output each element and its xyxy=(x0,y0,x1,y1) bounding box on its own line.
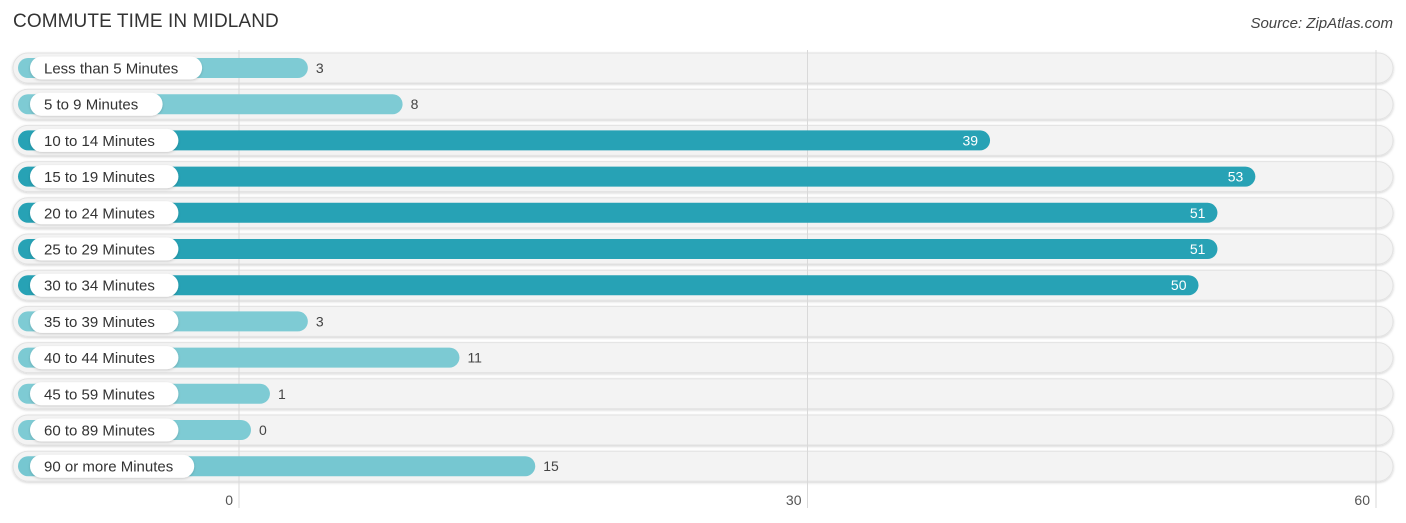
value-label: 15 xyxy=(543,458,559,474)
category-label: 20 to 24 Minutes xyxy=(44,205,155,222)
value-label: 1 xyxy=(278,386,286,402)
category-label: 60 to 89 Minutes xyxy=(44,423,155,440)
value-label: 51 xyxy=(1190,241,1206,257)
category-label: 90 or more Minutes xyxy=(44,459,173,476)
bar-chart: Less than 5 Minutes 3 5 to 9 Minutes 8 10 to… xyxy=(12,50,1394,508)
x-tick-label: 30 xyxy=(786,492,802,508)
category-label: 5 to 9 Minutes xyxy=(44,97,138,114)
category-label: Less than 5 Minutes xyxy=(44,61,178,78)
bar xyxy=(18,166,1256,187)
bar xyxy=(18,239,1218,259)
category-label: 25 to 29 Minutes xyxy=(44,242,155,259)
value-label: 8 xyxy=(411,96,419,112)
value-label: 3 xyxy=(316,60,324,76)
category-label: 10 to 14 Minutes xyxy=(44,133,155,150)
value-label: 51 xyxy=(1190,205,1206,221)
value-label: 50 xyxy=(1171,277,1187,293)
value-label: 39 xyxy=(962,132,978,148)
category-label: 45 to 59 Minutes xyxy=(44,386,155,403)
category-label: 40 to 44 Minutes xyxy=(44,350,155,367)
value-label: 53 xyxy=(1228,169,1244,185)
value-label: 0 xyxy=(259,422,267,438)
x-tick-label: 60 xyxy=(1354,492,1370,508)
category-label: 15 to 19 Minutes xyxy=(44,169,155,186)
category-label: 30 to 34 Minutes xyxy=(44,278,155,295)
category-label: 35 to 39 Minutes xyxy=(44,314,155,331)
x-tick-label: 0 xyxy=(225,492,233,508)
value-label: 3 xyxy=(316,313,324,329)
bar xyxy=(18,202,1218,223)
bar xyxy=(18,275,1199,296)
value-label: 11 xyxy=(467,350,482,366)
